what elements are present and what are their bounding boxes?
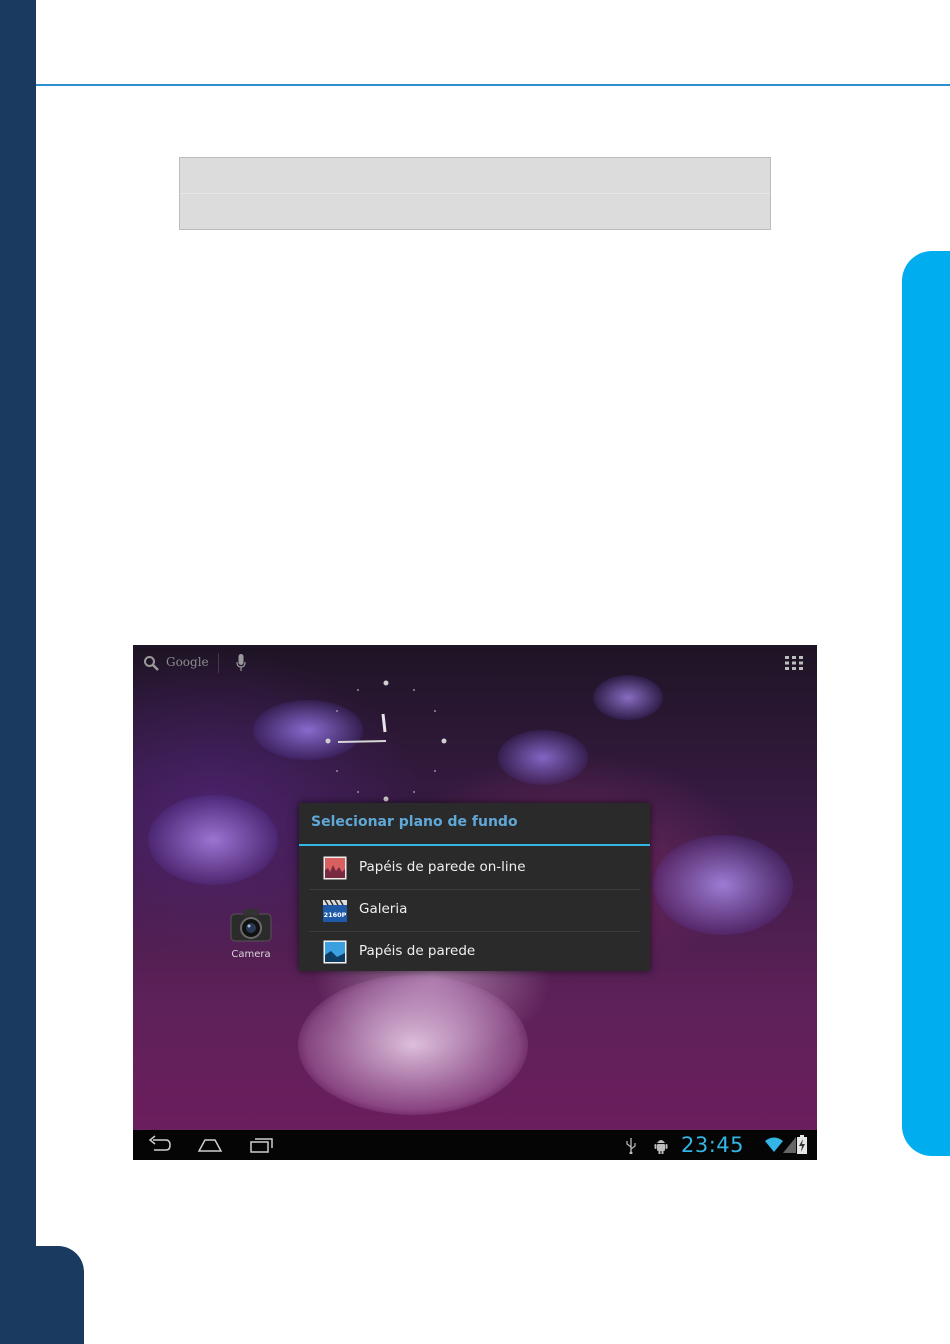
- camera-label: Camera: [231, 949, 271, 960]
- note-box: [179, 157, 771, 230]
- dialog-item-online-wallpapers[interactable]: Papéis de parede on-line: [309, 847, 640, 890]
- wallpaper-flower: [148, 795, 278, 885]
- status-clock[interactable]: 23:45: [681, 1133, 744, 1157]
- search-divider: [218, 653, 219, 673]
- header-divider: [36, 84, 950, 86]
- camera-shortcut[interactable]: Camera: [223, 903, 279, 967]
- online-wallpapers-icon: [323, 856, 347, 880]
- gallery-icon: 2160P: [323, 899, 347, 922]
- dialog-title: Selecionar plano de fundo: [311, 814, 518, 830]
- dialog-title-divider: [299, 844, 650, 846]
- wallpaper-chooser-dialog: Selecionar plano de fundo Papéis de pare…: [299, 803, 650, 971]
- analog-clock-widget[interactable]: [323, 680, 453, 810]
- tablet-screenshot: Google Camera Selecionar plano de fundo …: [133, 645, 817, 1160]
- search-bar[interactable]: Google: [133, 645, 817, 681]
- recent-apps-icon[interactable]: [248, 1135, 274, 1155]
- wallpapers-icon: [323, 940, 347, 964]
- android-debug-icon[interactable]: [654, 1137, 668, 1154]
- wallpaper-flower: [593, 675, 663, 720]
- wallpaper-flower: [298, 975, 528, 1115]
- svg-text:2160P: 2160P: [324, 911, 347, 919]
- dialog-item-wallpapers[interactable]: Papéis de parede: [309, 931, 640, 973]
- dialog-item-gallery[interactable]: 2160P Galeria: [309, 889, 640, 932]
- search-icon[interactable]: [143, 655, 159, 671]
- home-icon[interactable]: [197, 1135, 223, 1155]
- page-number-tab: [0, 1246, 84, 1344]
- system-navigation-bar: 23:45: [133, 1130, 817, 1160]
- wallpaper-flower: [653, 835, 793, 935]
- microphone-icon[interactable]: [236, 654, 246, 672]
- wifi-icon[interactable]: [765, 1137, 783, 1153]
- dialog-item-label: Galeria: [359, 901, 408, 917]
- page-left-sidebar: [0, 0, 36, 1344]
- signal-icon[interactable]: [783, 1137, 796, 1153]
- usb-icon[interactable]: [626, 1137, 636, 1154]
- all-apps-icon[interactable]: [785, 656, 803, 670]
- note-box-row: [180, 158, 770, 193]
- google-search-label[interactable]: Google: [166, 655, 209, 669]
- battery-charging-icon[interactable]: [797, 1135, 807, 1154]
- note-box-row: [180, 193, 770, 229]
- chapter-side-tab: [902, 251, 950, 1156]
- wallpaper-flower: [498, 730, 588, 785]
- dialog-item-label: Papéis de parede on-line: [359, 859, 526, 875]
- dialog-item-label: Papéis de parede: [359, 943, 476, 959]
- back-icon[interactable]: [147, 1135, 173, 1155]
- camera-icon[interactable]: [229, 907, 273, 943]
